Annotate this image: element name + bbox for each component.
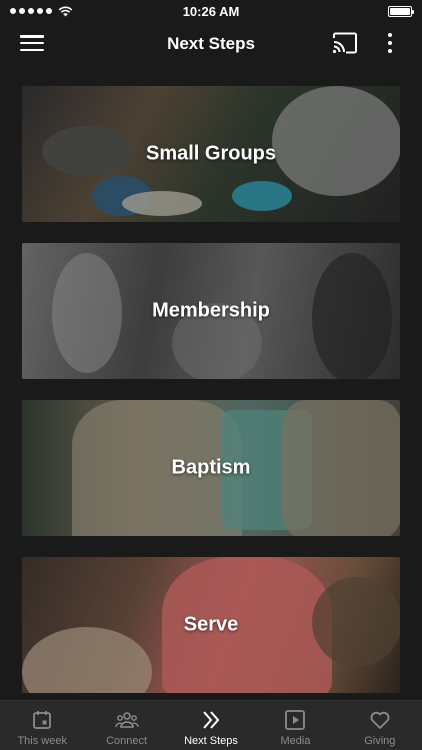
- status-left: [10, 6, 73, 17]
- tab-label: Connect: [106, 735, 148, 747]
- tab-this-week[interactable]: This week: [0, 701, 84, 750]
- tab-giving[interactable]: Giving: [338, 701, 422, 750]
- battery-icon: [388, 5, 414, 17]
- tab-connect[interactable]: Connect: [84, 701, 168, 750]
- card-title: Small Groups: [145, 142, 277, 165]
- nav-bar: Next Steps: [0, 22, 422, 66]
- card-baptism[interactable]: Baptism: [22, 400, 400, 536]
- page-title: Next Steps: [167, 34, 255, 53]
- signal-strength-icon: [10, 8, 52, 14]
- play-square-icon: [283, 708, 307, 732]
- card-small-groups[interactable]: Small Groups: [22, 86, 400, 222]
- tab-label: Media: [280, 735, 311, 747]
- tab-media[interactable]: Media: [253, 701, 337, 750]
- tab-label: Giving: [364, 735, 396, 747]
- tab-bar: This week Connect Next Steps Media Givin…: [0, 700, 422, 750]
- status-bar: 10:26 AM: [0, 0, 422, 22]
- tab-next-steps[interactable]: Next Steps: [169, 701, 253, 750]
- cast-icon[interactable]: [332, 32, 358, 54]
- card-title: Membership: [152, 299, 270, 322]
- card-serve[interactable]: Serve: [22, 557, 400, 693]
- wifi-icon: [58, 6, 73, 16]
- card-membership[interactable]: Membership: [22, 243, 400, 379]
- tab-label: This week: [17, 735, 67, 747]
- double-chevron-right-icon: [199, 708, 223, 732]
- more-vertical-icon[interactable]: [380, 30, 400, 56]
- heart-icon: [368, 708, 392, 732]
- calendar-icon: [30, 708, 54, 732]
- battery-level: [390, 7, 410, 15]
- card-title: Serve: [183, 613, 239, 636]
- card-title: Baptism: [171, 456, 251, 479]
- people-icon: [114, 708, 139, 732]
- tab-label: Next Steps: [184, 735, 238, 747]
